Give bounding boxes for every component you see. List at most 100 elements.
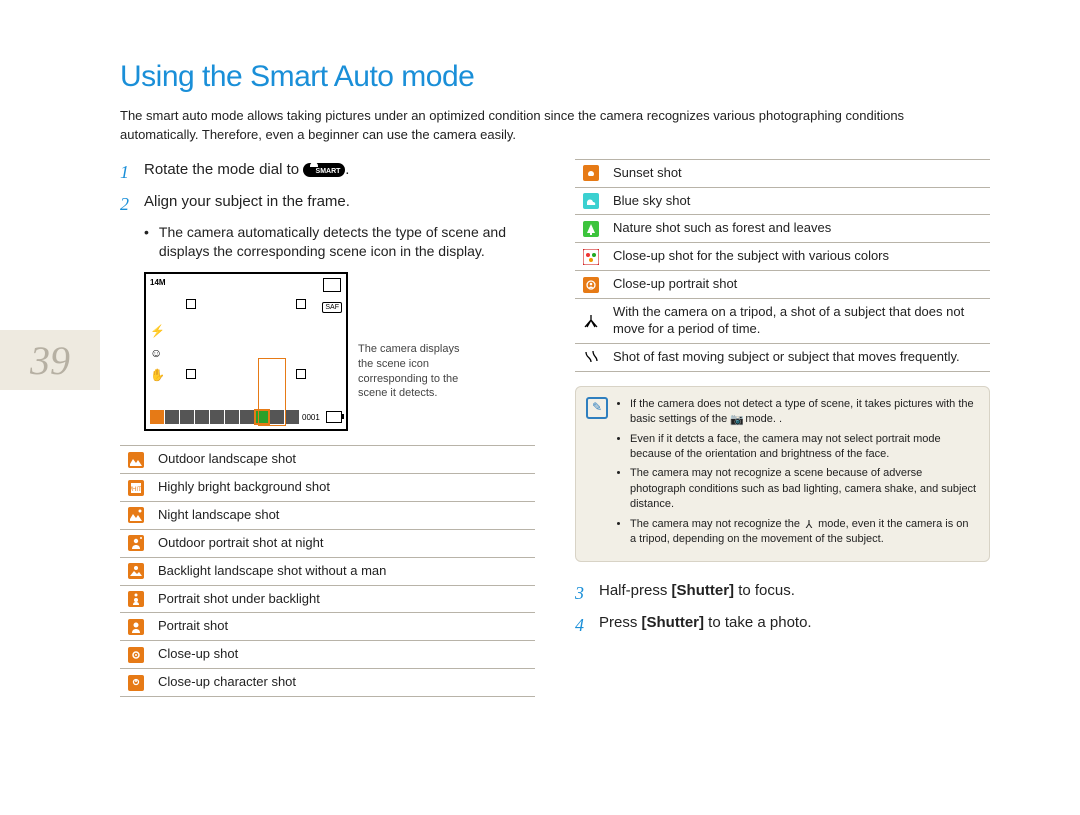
- scene-row: Close-up shot: [120, 641, 535, 669]
- scene-row: Close-up shot for the subject with vario…: [575, 243, 990, 271]
- strip-icon: [180, 410, 194, 424]
- strip-icon: [240, 410, 254, 424]
- scene-label: Nature shot such as forest and leaves: [607, 215, 990, 243]
- note-item: The camera may not recognize the ⅄ mode,…: [630, 517, 977, 548]
- scene-label: Backlight landscape shot without a man: [152, 557, 535, 585]
- step-text: Align your subject in the frame.: [144, 191, 350, 217]
- step-3: 3 Half-press [Shutter] to focus.: [575, 580, 990, 606]
- callout-highlight: [258, 358, 286, 426]
- shot-counter: 0001: [300, 413, 322, 422]
- tripod-icon: [583, 313, 599, 329]
- scene-icon-cell: [120, 529, 152, 557]
- strip-icon: [195, 410, 209, 424]
- scene-label: With the camera on a tripod, a shot of a…: [607, 299, 990, 344]
- scene-row: With the camera on a tripod, a shot of a…: [575, 299, 990, 344]
- closeup-icon: [128, 647, 144, 663]
- scene-icon-cell: [575, 243, 607, 271]
- scene-label: Blue sky shot: [607, 187, 990, 215]
- single-shot-icon: [323, 278, 341, 292]
- scene-row: Close-up portrait shot: [575, 271, 990, 299]
- scene-row: Outdoor landscape shot: [120, 446, 535, 474]
- flash-icon: ⚡: [150, 324, 165, 338]
- camera-mode-icon: 📷: [730, 413, 742, 425]
- night-land-icon: [128, 507, 144, 523]
- scene-icon-cell: [120, 446, 152, 474]
- scene-icon-cell: [120, 669, 152, 697]
- step-number: 4: [575, 612, 589, 638]
- page-title: Using the Smart Auto mode: [120, 60, 990, 94]
- scene-label: Outdoor landscape shot: [152, 446, 535, 474]
- svg-text:SMART: SMART: [316, 168, 342, 175]
- scene-icon-cell: [120, 641, 152, 669]
- landscape-icon: [128, 452, 144, 468]
- scene-icon-cell: [120, 585, 152, 613]
- scene-label: Close-up shot for the subject with vario…: [607, 243, 990, 271]
- lcd-left-icons: ⚡ ☺ ✋: [150, 324, 165, 382]
- scene-icon-cell: [575, 271, 607, 299]
- strip-icon: [225, 410, 239, 424]
- scene-row: Nature shot such as forest and leaves: [575, 215, 990, 243]
- scene-icon-cell: [120, 613, 152, 641]
- scene-row: Shot of fast moving subject or subject t…: [575, 343, 990, 371]
- night-port-icon: [128, 535, 144, 551]
- closeup-port-icon: [583, 277, 599, 293]
- scene-label: Portrait shot under backlight: [152, 585, 535, 613]
- scene-label: Sunset shot: [607, 159, 990, 187]
- scene-label: Shot of fast moving subject or subject t…: [607, 343, 990, 371]
- step-number: 2: [120, 191, 134, 217]
- face-icon: ☺: [150, 346, 165, 360]
- shutter-label: [Shutter]: [642, 614, 705, 631]
- two-column-layout: 1 Rotate the mode dial to SMART . 2 Alig…: [120, 159, 990, 697]
- scene-label: Portrait shot: [152, 613, 535, 641]
- step-text: Press [Shutter] to take a photo.: [599, 612, 812, 638]
- strip-icon: [285, 410, 299, 424]
- scene-label: Night landscape shot: [152, 501, 535, 529]
- step-1: 1 Rotate the mode dial to SMART .: [120, 159, 535, 185]
- shutter-label: [Shutter]: [672, 582, 735, 599]
- scene-icon-cell: [575, 187, 607, 215]
- scene-row: Night landscape shot: [120, 501, 535, 529]
- step-2: 2 Align your subject in the frame.: [120, 191, 535, 217]
- lcd-right-icons: SAF: [322, 278, 342, 313]
- figure-caption: The camera displays the scene icon corre…: [358, 342, 468, 401]
- scene-row: Blue sky shot: [575, 187, 990, 215]
- nature-icon: [583, 221, 599, 237]
- strip-icon: [210, 410, 224, 424]
- scene-row: Outdoor portrait shot at night: [120, 529, 535, 557]
- page-number-tab: 39: [0, 330, 100, 390]
- strip-icon: [165, 410, 179, 424]
- camera-icon: [150, 410, 164, 424]
- note-item: The camera may not recognize a scene bec…: [630, 466, 977, 512]
- scene-icon-cell: [575, 159, 607, 187]
- saf-indicator: SAF: [322, 302, 342, 313]
- portrait-icon: [128, 619, 144, 635]
- scene-row: Sunset shot: [575, 159, 990, 187]
- camera-lcd: 14M SAF ⚡ ☺ ✋: [144, 272, 348, 431]
- scene-row: Backlight landscape shot without a man: [120, 557, 535, 585]
- scene-row: Portrait shot under backlight: [120, 585, 535, 613]
- scene-row: Close-up character shot: [120, 669, 535, 697]
- scene-row: WHITE Highly bright background shot: [120, 473, 535, 501]
- manual-page: 39 Using the Smart Auto mode The smart a…: [0, 0, 1080, 815]
- note-item: Even if it detcts a face, the camera may…: [630, 432, 977, 463]
- step-number: 3: [575, 580, 589, 606]
- step-number: 1: [120, 159, 134, 185]
- step-text: Half-press [Shutter] to focus.: [599, 580, 795, 606]
- white-icon: WHITE: [128, 480, 144, 496]
- scene-icon-cell: [575, 299, 607, 344]
- lcd-figure: 14M SAF ⚡ ☺ ✋: [144, 272, 535, 431]
- intro-paragraph: The smart auto mode allows taking pictur…: [120, 107, 950, 145]
- left-column: 1 Rotate the mode dial to SMART . 2 Alig…: [120, 159, 535, 697]
- smart-mode-icon: SMART: [303, 163, 345, 177]
- scene-label: Highly bright background shot: [152, 473, 535, 501]
- scene-row: Portrait shot: [120, 613, 535, 641]
- scene-table-left: Outdoor landscape shot WHITE Highly bright…: [120, 445, 535, 697]
- sunset-icon: [583, 165, 599, 181]
- step-text: Rotate the mode dial to SMART .: [144, 159, 349, 185]
- scene-icon-cell: WHITE: [120, 473, 152, 501]
- scene-label: Close-up portrait shot: [607, 271, 990, 299]
- resolution-indicator: 14M: [150, 278, 166, 287]
- note-box: ✎ If the camera does not detect a type o…: [575, 386, 990, 563]
- stabilizer-icon: ✋: [150, 368, 165, 382]
- scene-label: Outdoor portrait shot at night: [152, 529, 535, 557]
